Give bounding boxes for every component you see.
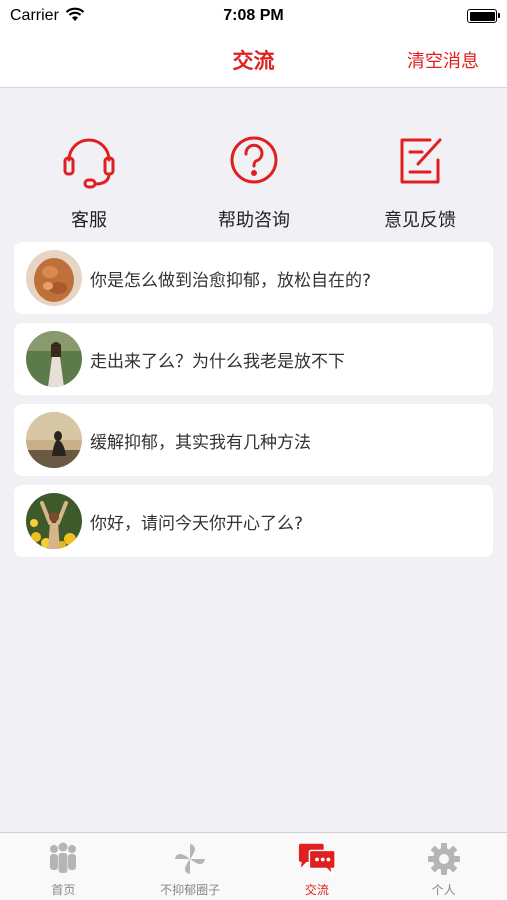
status-time: 7:08 PM [223,7,284,24]
chat-bubbles-icon [297,841,337,877]
message-card[interactable]: 走出来了么？为什么我老是放不下 [14,323,493,395]
message-card[interactable]: 你好，请问今天你开心了么? [14,485,493,557]
avatar [26,250,82,306]
avatar [26,331,82,387]
question-circle-icon [222,128,286,192]
tab-label: 个人 [431,883,456,897]
quick-action-label: 意见反馈 [384,210,456,231]
tab-label: 交流 [304,883,329,897]
headset-icon [57,128,121,192]
tab-label: 首页 [51,883,76,897]
carrier-label: Carrier [10,7,59,24]
message-text: 你是怎么做到治愈抑郁，放松自在的? [90,270,372,291]
tab-label: 不抑郁圈子 [160,883,221,897]
status-bar: Carrier 7:08 PM [0,0,507,32]
tab-chat[interactable]: 交流 [254,833,381,900]
tab-profile[interactable]: 个人 [380,833,507,900]
message-text: 走出来了么？为什么我老是放不下 [90,351,345,372]
wifi-icon [65,7,85,26]
quick-action-label: 客服 [71,210,107,231]
avatar [26,493,82,549]
page-title: 交流 [232,48,275,73]
people-icon [43,841,83,877]
quick-action-label: 帮助咨询 [218,210,290,231]
tab-home[interactable]: 首页 [0,833,127,900]
tab-bar: 首页 不抑郁圈子 交流 个人 [0,832,507,900]
message-text: 你好，请问今天你开心了么? [90,513,304,534]
battery-icon [467,9,500,23]
feedback-button[interactable]: 意见反馈 [350,128,490,232]
tab-circle[interactable]: 不抑郁圈子 [127,833,254,900]
navigation-bar: 交流 清空消息 [0,32,507,88]
pinwheel-icon [170,841,210,877]
clear-messages-button[interactable]: 清空消息 [407,47,479,73]
message-card[interactable]: 缓解抑郁，其实我有几种方法 [14,404,493,476]
quick-actions: 客服 帮助咨询 意见反馈 [0,128,507,238]
help-consult-button[interactable]: 帮助咨询 [184,128,324,232]
message-card[interactable]: 你是怎么做到治愈抑郁，放松自在的? [14,242,493,314]
status-left: Carrier [10,7,85,26]
customer-service-button[interactable]: 客服 [19,128,159,232]
message-text: 缓解抑郁，其实我有几种方法 [90,432,311,453]
gear-icon [424,841,464,877]
avatar [26,412,82,468]
edit-note-icon [388,128,452,192]
